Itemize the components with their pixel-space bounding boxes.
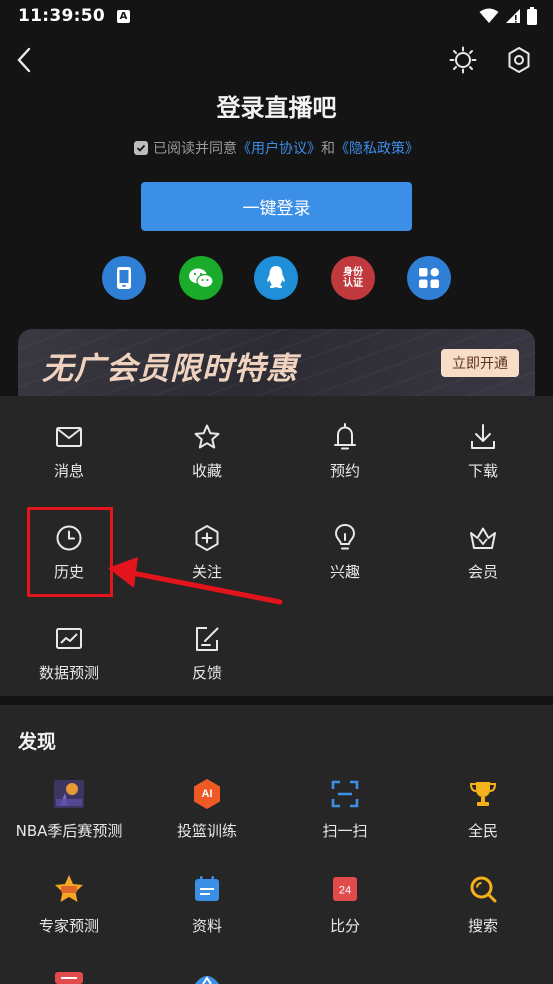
annotation-highlight-box bbox=[27, 507, 113, 597]
menu-item-feedback[interactable]: 反馈 bbox=[138, 624, 276, 683]
discover-item-label: 全民 bbox=[467, 822, 498, 840]
bell-icon bbox=[334, 423, 356, 450]
discover-item-expert[interactable]: 专家预测 bbox=[0, 872, 138, 936]
top-bar bbox=[0, 40, 553, 80]
hexagon-plus-icon bbox=[195, 525, 219, 551]
discover-item-label: 搜索 bbox=[467, 917, 498, 935]
menu-item-messages[interactable]: 消息 bbox=[0, 422, 138, 481]
settings-button[interactable] bbox=[504, 44, 534, 76]
partial-red-icon bbox=[55, 972, 83, 984]
bulb-icon bbox=[335, 524, 355, 550]
agreement-prefix: 已阅读并同意 bbox=[153, 141, 237, 157]
discover-item-label: 资料 bbox=[191, 917, 222, 935]
identity-line-2: 认证 bbox=[343, 278, 363, 289]
scan-icon bbox=[331, 780, 359, 808]
menu-item-downloads[interactable]: 下载 bbox=[414, 422, 552, 481]
ai-shoot-icon: AI bbox=[194, 779, 220, 809]
chart-icon bbox=[56, 628, 82, 649]
crown-icon bbox=[470, 527, 496, 549]
identity-login-button[interactable]: 身份 认证 bbox=[331, 256, 375, 300]
menu-item-label: 预约 bbox=[329, 462, 360, 480]
more-login-button[interactable] bbox=[407, 256, 451, 300]
discover-item-scan[interactable]: 扫一扫 bbox=[276, 777, 414, 841]
wifi-icon bbox=[479, 8, 499, 23]
menu-item-interests[interactable]: 兴趣 bbox=[276, 523, 414, 582]
discover-item-label: 比分 bbox=[329, 917, 360, 935]
sun-icon bbox=[449, 46, 477, 74]
menu-item-label: 会员 bbox=[467, 563, 498, 581]
trophy-icon bbox=[469, 782, 497, 806]
menu-item-follow[interactable]: 关注 bbox=[138, 523, 276, 582]
menu-item-label: 关注 bbox=[191, 563, 222, 581]
nba-playoff-icon bbox=[54, 780, 84, 808]
download-icon bbox=[471, 424, 495, 449]
phone-login-button[interactable] bbox=[102, 256, 146, 300]
discover-item-search[interactable]: 搜索 bbox=[414, 872, 552, 936]
status-time: 11:39:50 bbox=[18, 6, 105, 26]
calendar-icon bbox=[195, 876, 219, 901]
menu-item-favorites[interactable]: 收藏 bbox=[138, 422, 276, 481]
discover-item-score[interactable]: 24 比分 bbox=[276, 872, 414, 936]
score-badge-text: 24 bbox=[339, 885, 351, 897]
qq-penguin-icon bbox=[267, 266, 285, 289]
privacy-policy-link[interactable]: 《隐私政策》 bbox=[335, 138, 419, 158]
signal-icon bbox=[506, 9, 520, 23]
score-icon: 24 bbox=[333, 877, 357, 901]
agreement-checkbox[interactable] bbox=[134, 141, 148, 155]
status-icons bbox=[479, 7, 537, 25]
menu-item-label: 收藏 bbox=[191, 462, 222, 480]
menu-item-vip[interactable]: 会员 bbox=[414, 523, 552, 582]
apps-grid-icon bbox=[419, 268, 439, 288]
agreement-and: 和 bbox=[321, 141, 335, 157]
identity-icon: 身份 认证 bbox=[343, 267, 363, 289]
check-icon bbox=[136, 144, 146, 152]
back-button[interactable] bbox=[10, 44, 38, 76]
ai-badge-text: AI bbox=[202, 788, 213, 800]
discover-panel: 发现 NBA季后赛预测 AI 投篮训练 扫一扫 全民 专家预测 资料 24 比分… bbox=[0, 705, 553, 984]
phone-icon bbox=[117, 267, 131, 289]
chevron-left-icon bbox=[17, 47, 31, 73]
vip-open-button[interactable]: 立即开通 bbox=[441, 349, 519, 377]
discover-item-shooting[interactable]: AI 投篮训练 bbox=[138, 777, 276, 841]
qq-login-button[interactable] bbox=[254, 256, 298, 300]
one-click-login-button[interactable]: 一键登录 bbox=[141, 182, 412, 231]
status-bar: 11:39:50 A bbox=[0, 0, 553, 32]
mail-icon bbox=[56, 427, 82, 447]
search-icon bbox=[470, 876, 497, 903]
discover-title: 发现 bbox=[18, 731, 57, 753]
menu-item-label: 反馈 bbox=[191, 664, 222, 682]
discover-item-all[interactable]: 全民 bbox=[414, 777, 552, 841]
menu-item-label: 兴趣 bbox=[329, 563, 360, 581]
discover-item-label: 扫一扫 bbox=[322, 822, 368, 840]
agreement-row: 已阅读并同意 《用户协议》 和 《隐私政策》 bbox=[0, 138, 553, 158]
discover-item-label: 专家预测 bbox=[38, 917, 99, 935]
user-agreement-link[interactable]: 《用户协议》 bbox=[237, 138, 321, 158]
menu-item-label: 数据预测 bbox=[38, 664, 99, 682]
wechat-login-button[interactable] bbox=[179, 256, 223, 300]
menu-item-data-prediction[interactable]: 数据预测 bbox=[0, 624, 138, 683]
partial-blue-icon bbox=[195, 976, 219, 984]
gear-icon bbox=[508, 47, 530, 73]
discover-item-nba-playoff[interactable]: NBA季后赛预测 bbox=[0, 777, 138, 841]
star-icon bbox=[194, 424, 220, 449]
expert-star-icon bbox=[55, 875, 83, 902]
theme-toggle-button[interactable] bbox=[448, 44, 478, 76]
menu-item-reservations[interactable]: 预约 bbox=[276, 422, 414, 481]
vip-promo-text: 无广会员限时特惠 bbox=[42, 351, 298, 387]
page-title: 登录直播吧 bbox=[216, 94, 337, 122]
discover-item-label: 投篮训练 bbox=[176, 822, 237, 840]
battery-icon bbox=[527, 7, 537, 25]
login-methods: 身份 认证 bbox=[0, 256, 553, 300]
menu-item-label: 下载 bbox=[467, 462, 498, 480]
discover-item-label: NBA季后赛预测 bbox=[15, 822, 123, 840]
wechat-icon bbox=[189, 268, 214, 289]
discover-item-data[interactable]: 资料 bbox=[138, 872, 276, 936]
menu-item-label: 消息 bbox=[53, 462, 84, 480]
notification-a-icon: A bbox=[116, 9, 130, 23]
identity-line-1: 身份 bbox=[343, 267, 363, 278]
edit-icon bbox=[196, 627, 219, 651]
